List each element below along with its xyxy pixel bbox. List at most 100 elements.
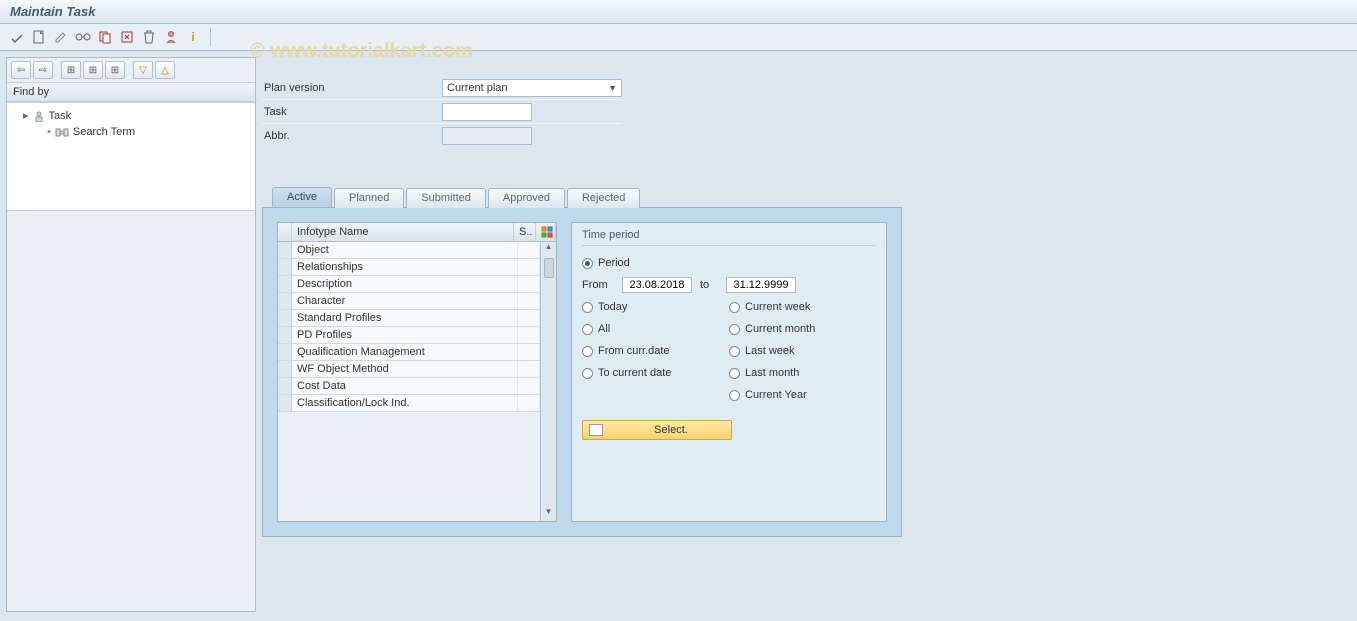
table-row[interactable]: PD Profiles bbox=[278, 327, 540, 344]
sidebar-toolbar: ⇦ ⇨ ⊞ ⊞ ⊞ ▽ △ bbox=[7, 58, 255, 83]
label-abbr: Abbr. bbox=[262, 130, 442, 142]
vertical-scrollbar[interactable]: ▲ ▼ bbox=[540, 242, 556, 521]
new-doc-icon[interactable] bbox=[30, 28, 48, 46]
expand-arrow-icon[interactable]: ▸ bbox=[23, 109, 29, 122]
radio-last-month[interactable] bbox=[729, 368, 740, 379]
tab-approved[interactable]: Approved bbox=[488, 188, 565, 208]
cell-infotype: PD Profiles bbox=[292, 327, 518, 343]
cell-infotype: Qualification Management bbox=[292, 344, 518, 360]
radio-label: Current Year bbox=[745, 389, 807, 401]
select-button-label: Select. bbox=[617, 424, 725, 436]
scroll-thumb[interactable] bbox=[544, 258, 554, 278]
pencil-icon[interactable] bbox=[52, 28, 70, 46]
input-abbr bbox=[442, 127, 532, 145]
tabs-header: Active Planned Submitted Approved Reject… bbox=[272, 187, 1351, 207]
table-row[interactable]: Description bbox=[278, 276, 540, 293]
radio-period[interactable] bbox=[582, 258, 593, 269]
radio-current-year[interactable] bbox=[729, 390, 740, 401]
cell-infotype: Standard Profiles bbox=[292, 310, 518, 326]
spacer bbox=[127, 61, 131, 79]
task-icon bbox=[33, 110, 45, 122]
form-separator bbox=[262, 123, 622, 124]
radio-to-current-date[interactable] bbox=[582, 368, 593, 379]
th-status[interactable]: S.. bbox=[514, 223, 536, 241]
form-separator bbox=[262, 99, 622, 100]
radio-period-label: Period bbox=[598, 257, 630, 269]
from-label: From bbox=[582, 279, 614, 291]
table-row[interactable]: WF Object Method bbox=[278, 361, 540, 378]
table-row[interactable]: Classification/Lock Ind. bbox=[278, 395, 540, 412]
combo-value: Current plan bbox=[447, 82, 508, 94]
expand-icon[interactable]: ▽ bbox=[133, 61, 153, 79]
cell-infotype: Relationships bbox=[292, 259, 518, 275]
info-icon[interactable]: i bbox=[184, 28, 202, 46]
tab-body: Infotype Name S.. Object Relationships D… bbox=[262, 207, 902, 537]
time-period-group: Time period Period From to Today Current… bbox=[571, 222, 887, 522]
collapse-icon[interactable]: △ bbox=[155, 61, 175, 79]
delimit-icon[interactable] bbox=[118, 28, 136, 46]
radio-from-curr-date[interactable] bbox=[582, 346, 593, 357]
tab-rejected[interactable]: Rejected bbox=[567, 188, 640, 208]
table-row[interactable]: Character bbox=[278, 293, 540, 310]
table-row[interactable]: Standard Profiles bbox=[278, 310, 540, 327]
radio-today[interactable] bbox=[582, 302, 593, 313]
radio-all[interactable] bbox=[582, 324, 593, 335]
scroll-up-icon[interactable]: ▲ bbox=[541, 242, 556, 256]
select-button[interactable]: Select. bbox=[582, 420, 732, 440]
tree-child-search[interactable]: • Search Term bbox=[7, 124, 255, 140]
table-rows: Object Relationships Description Charact… bbox=[278, 242, 540, 521]
cell-infotype: Object bbox=[292, 242, 518, 258]
copy-icon[interactable] bbox=[96, 28, 114, 46]
table-row[interactable]: Qualification Management bbox=[278, 344, 540, 361]
trash-icon[interactable] bbox=[140, 28, 158, 46]
radio-label: To current date bbox=[598, 367, 671, 379]
th-infotype-name[interactable]: Infotype Name bbox=[292, 223, 514, 241]
table-row[interactable]: Cost Data bbox=[278, 378, 540, 395]
nav-back-icon[interactable]: ⇦ bbox=[11, 61, 31, 79]
cell-infotype: Character bbox=[292, 293, 518, 309]
combo-plan-version[interactable]: Current plan ▼ bbox=[442, 79, 622, 97]
radio-last-week[interactable] bbox=[729, 346, 740, 357]
infotype-table: Infotype Name S.. Object Relationships D… bbox=[277, 222, 557, 522]
nav-forward-icon[interactable]: ⇨ bbox=[33, 61, 53, 79]
findby-header: Find by bbox=[7, 83, 255, 102]
radio-label: From curr.date bbox=[598, 345, 670, 357]
scroll-down-icon[interactable]: ▼ bbox=[541, 507, 556, 521]
to-date-input[interactable] bbox=[726, 277, 796, 293]
tree-root-task[interactable]: ▸ Task bbox=[7, 107, 255, 124]
window-title: Maintain Task bbox=[0, 0, 1357, 24]
label-plan-version: Plan version bbox=[262, 82, 442, 94]
table-row[interactable]: Object bbox=[278, 242, 540, 259]
tree-root-label: Task bbox=[49, 110, 72, 122]
object-tree: ▸ Task • Search Term bbox=[7, 102, 255, 211]
radio-current-week[interactable] bbox=[729, 302, 740, 313]
glasses-icon[interactable] bbox=[74, 28, 92, 46]
tabstrip: Active Planned Submitted Approved Reject… bbox=[262, 187, 1351, 537]
table-body: Object Relationships Description Charact… bbox=[278, 242, 556, 521]
cell-infotype: Description bbox=[292, 276, 518, 292]
row-abbr: Abbr. bbox=[262, 125, 1351, 147]
cell-infotype: WF Object Method bbox=[292, 361, 518, 377]
period-options-grid: Today Current week All Current month Fro… bbox=[582, 296, 876, 406]
radio-current-month[interactable] bbox=[729, 324, 740, 335]
bullet-icon: • bbox=[47, 126, 51, 138]
tree-btn-3-icon[interactable]: ⊞ bbox=[105, 61, 125, 79]
tree-btn-1-icon[interactable]: ⊞ bbox=[61, 61, 81, 79]
table-header-row: Infotype Name S.. bbox=[278, 223, 556, 242]
radio-label: Current month bbox=[745, 323, 815, 335]
th-configure-icon[interactable] bbox=[536, 223, 556, 241]
tab-active[interactable]: Active bbox=[272, 187, 332, 207]
main-panel: Plan version Current plan ▼ Task Abbr. A… bbox=[262, 57, 1351, 612]
from-date-input[interactable] bbox=[622, 277, 692, 293]
tab-planned[interactable]: Planned bbox=[334, 188, 404, 208]
sidebar-lower-panel bbox=[7, 215, 255, 611]
person-icon[interactable] bbox=[162, 28, 180, 46]
tree-btn-2-icon[interactable]: ⊞ bbox=[83, 61, 103, 79]
tab-submitted[interactable]: Submitted bbox=[406, 188, 486, 208]
th-selector bbox=[278, 223, 292, 241]
input-task[interactable] bbox=[442, 103, 532, 121]
time-period-title: Time period bbox=[582, 229, 876, 246]
table-row[interactable]: Relationships bbox=[278, 259, 540, 276]
tool-icon[interactable] bbox=[8, 28, 26, 46]
sidebar: ⇦ ⇨ ⊞ ⊞ ⊞ ▽ △ Find by ▸ Task • bbox=[6, 57, 256, 612]
